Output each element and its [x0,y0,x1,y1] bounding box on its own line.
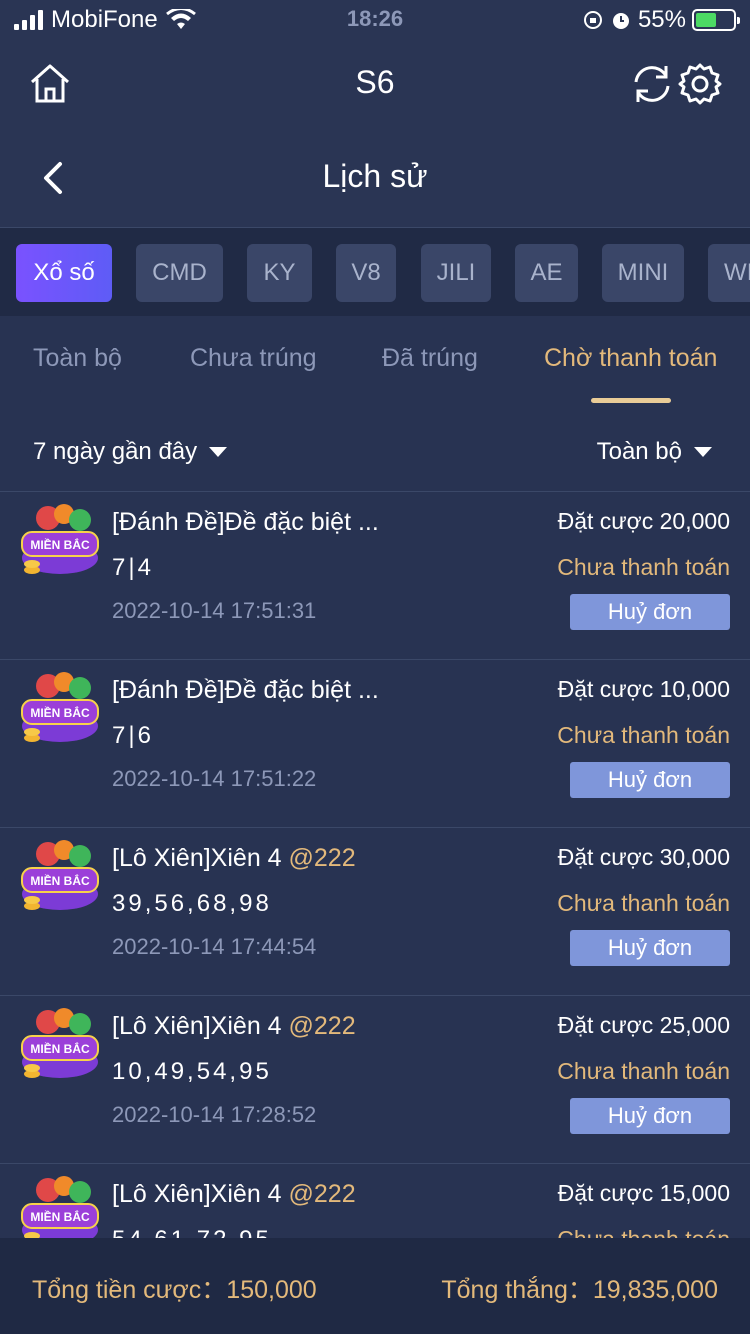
battery-percent: 55% [637,6,686,33]
svg-text:MIỀN BẮC: MIỀN BẮC [30,1209,90,1224]
sub-nav: Lịch sử [0,128,750,228]
tab-won[interactable]: Đã trúng [382,344,478,373]
mien-bac-logo-icon: MIỀN BẮC [21,840,99,910]
mien-bac-logo-icon: MIỀN BẮC [21,504,99,574]
page-title: Lịch sử [322,158,428,194]
bet-amount: Đặt cược 20,000 [557,508,730,534]
filter-bar: 7 ngày gần đây Toàn bộ [0,408,750,492]
bet-record-row[interactable]: MIỀN BẮC [Lô Xiên]Xiên 4 @222 10,49,54,9… [0,996,750,1164]
category-chip-mini[interactable]: MINI [602,244,684,302]
category-chip-jili[interactable]: JILI [421,244,491,302]
status-right: 55% [582,6,740,34]
bet-time: 2022-10-14 17:51:31 [112,598,317,623]
bet-amount: Đặt cược 10,000 [557,676,730,702]
svg-text:MIỀN BẮC: MIỀN BẮC [30,1041,90,1056]
svg-text:MIỀN BẮC: MIỀN BẮC [30,873,90,888]
mien-bac-logo-icon: MIỀN BẮC [21,1176,99,1238]
refresh-icon[interactable] [628,60,676,108]
bet-time: 2022-10-14 17:51:22 [112,766,317,791]
payment-status: Chưa thanh toán [557,890,730,916]
payment-status: Chưa thanh toán [557,1058,730,1084]
bet-record-row[interactable]: MIỀN BẮC [Lô Xiên]Xiên 4 @222 39,56,68,9… [0,828,750,996]
payment-status: Chưa thanh toán [557,1226,730,1238]
bet-amount: Đặt cược 30,000 [557,844,730,870]
cancel-order-button[interactable]: Huỷ đơn [570,1098,730,1134]
caret-down-icon [209,447,228,457]
type-filter-label: Toàn bộ [596,438,682,465]
bet-numbers: 39,56,68,98 [112,890,272,917]
cancel-order-button[interactable]: Huỷ đơn [570,594,730,630]
alarm-icon [612,13,629,29]
bet-numbers: 54,61,72,95 [112,1226,272,1238]
category-chip-wi[interactable]: WI [708,244,750,302]
status-tabs: Toàn bộ Chưa trúng Đã trúng Chờ thanh to… [0,316,750,408]
bet-amount: Đặt cược 25,000 [557,1012,730,1038]
bet-amount: Đặt cược 15,000 [557,1180,730,1206]
period-filter-label: 7 ngày gần đây [33,438,198,465]
bet-record-row[interactable]: MIỀN BẮC [Đánh Đề]Đề đặc biệt ... 7|4 20… [0,492,750,660]
bet-numbers: 7|4 [112,554,154,581]
bet-time: 2022-10-14 17:44:54 [112,934,317,959]
cancel-order-button[interactable]: Huỷ đơn [570,762,730,798]
svg-text:MIỀN BẮC: MIỀN BẮC [30,705,90,720]
game-name: [Lô Xiên]Xiên 4 @222 [112,844,356,872]
status-bar: MobiFone 18:26 55% [0,0,750,40]
category-chip-xoso[interactable]: Xổ số [16,244,112,302]
tab-all[interactable]: Toàn bộ [33,344,122,373]
tab-pending-payment[interactable]: Chờ thanh toán [544,344,717,373]
game-name: [Lô Xiên]Xiên 4 @222 [112,1180,356,1208]
caret-down-icon [694,447,712,457]
category-chip-ae[interactable]: AE [515,244,578,302]
settings-gear-icon[interactable] [676,60,724,108]
category-chip-cmd[interactable]: CMD [136,244,223,302]
type-filter-dropdown[interactable]: Toàn bộ [597,438,712,466]
mien-bac-logo-icon: MIỀN BẮC [21,672,99,742]
battery-icon [692,9,740,31]
total-bet-amount: Tổng tiền cược：150,000 [32,1276,317,1304]
payment-status: Chưa thanh toán [557,554,730,580]
bet-record-row[interactable]: MIỀN BẮC [Đánh Đề]Đề đặc biệt ... 7|6 20… [0,660,750,828]
payment-status: Chưa thanh toán [557,722,730,748]
totals-footer: Tổng tiền cược：150,000 Tổng thắng：19,835… [0,1238,750,1334]
category-chip-v8[interactable]: V8 [336,244,396,302]
svg-text:MIỀN BẮC: MIỀN BẮC [30,537,90,552]
period-filter-dropdown[interactable]: 7 ngày gần đây [33,438,228,466]
game-name: [Đánh Đề]Đề đặc biệt ... [112,676,379,704]
cancel-order-button[interactable]: Huỷ đơn [570,930,730,966]
top-nav: S6 [0,40,750,128]
category-bar: Xổ số CMD KY V8 JILI AE MINI WI [0,228,750,316]
bet-history-list: MIỀN BẮC [Đánh Đề]Đề đặc biệt ... 7|4 20… [0,492,750,1238]
total-win-amount: Tổng thắng：19,835,000 [441,1276,718,1304]
bet-numbers: 7|6 [112,722,154,749]
mien-bac-logo-icon: MIỀN BẮC [21,1008,99,1078]
bet-numbers: 10,49,54,95 [112,1058,272,1085]
active-tab-indicator [591,398,671,403]
category-chip-ky[interactable]: KY [247,244,312,302]
bet-time: 2022-10-14 17:28:52 [112,1102,317,1127]
bet-record-row[interactable]: MIỀN BẮC [Lô Xiên]Xiên 4 @222 54,61,72,9… [0,1164,750,1238]
game-name: [Lô Xiên]Xiên 4 @222 [112,1012,356,1040]
game-name: [Đánh Đề]Đề đặc biệt ... [112,508,379,536]
orientation-lock-icon [583,11,602,29]
tab-not-won[interactable]: Chưa trúng [190,344,317,373]
